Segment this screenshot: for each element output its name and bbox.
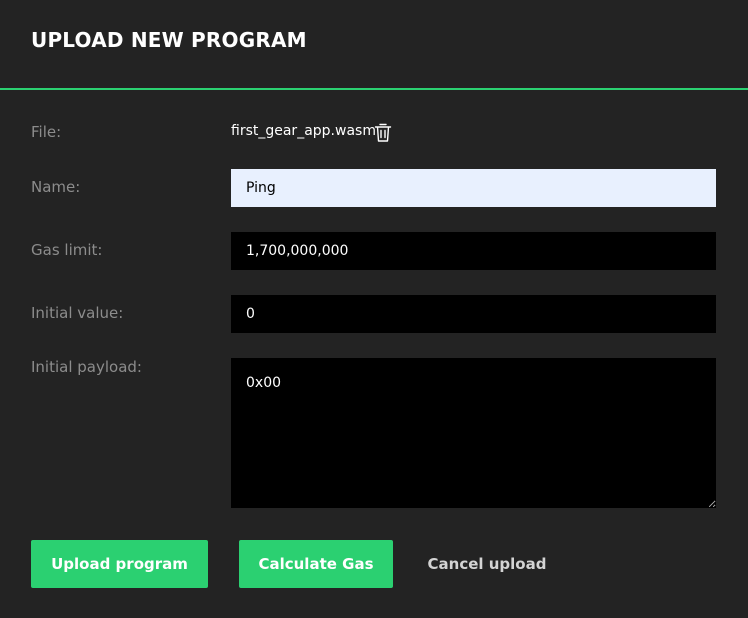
initial-value-input[interactable] bbox=[231, 295, 716, 333]
dialog-title: UPLOAD NEW PROGRAM bbox=[31, 28, 307, 52]
dialog-header: UPLOAD NEW PROGRAM bbox=[0, 0, 748, 90]
file-label: File: bbox=[31, 123, 62, 141]
gas-limit-label: Gas limit: bbox=[31, 241, 103, 259]
name-input[interactable] bbox=[231, 169, 716, 207]
initial-payload-textarea[interactable]: 0x00 bbox=[231, 358, 716, 508]
file-name: first_gear_app.wasm bbox=[231, 123, 376, 139]
cancel-upload-button[interactable]: Cancel upload bbox=[419, 540, 555, 588]
upload-program-button[interactable]: Upload program bbox=[31, 540, 208, 588]
name-label: Name: bbox=[31, 178, 81, 196]
initial-payload-label: Initial payload: bbox=[31, 358, 142, 376]
initial-value-label: Initial value: bbox=[31, 304, 124, 322]
trash-icon[interactable] bbox=[374, 123, 392, 143]
calculate-gas-button[interactable]: Calculate Gas bbox=[239, 540, 393, 588]
gas-limit-input[interactable] bbox=[231, 232, 716, 270]
